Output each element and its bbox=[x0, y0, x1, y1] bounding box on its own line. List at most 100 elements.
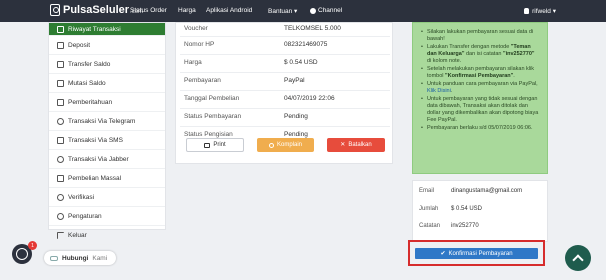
chevron-up-icon bbox=[572, 254, 584, 266]
contact-label: Hubungi bbox=[62, 254, 89, 262]
sidebar-item-verifikasi[interactable]: Verifikasi bbox=[49, 188, 165, 207]
channel-icon bbox=[310, 7, 316, 14]
instruction-text: Pembayaran berlaku s/d 05/07/2019 06:06. bbox=[427, 125, 533, 131]
detail-value: Pending bbox=[284, 131, 308, 138]
detail-key: Nomor HP bbox=[184, 41, 215, 48]
check-icon bbox=[57, 193, 64, 201]
sidebar-item-label: Transaksi Via Jabber bbox=[68, 155, 129, 163]
mutation-icon bbox=[57, 79, 64, 87]
complain-icon bbox=[268, 142, 274, 148]
sidebar-item-transfer-saldo[interactable]: Transfer Saldo bbox=[49, 55, 165, 74]
detail-value: Pending bbox=[284, 113, 308, 120]
instruction-bold: "Konfirmasi Pembayaran" bbox=[445, 73, 514, 79]
instruction-item: Pembayaran berlaku s/d 05/07/2019 06:06. bbox=[421, 125, 539, 132]
scroll-to-top-button[interactable] bbox=[565, 245, 591, 271]
detail-value: 082321469075 bbox=[284, 41, 328, 48]
deposit-icon bbox=[57, 41, 64, 49]
payment-instructions: Silakan lakukan pembayaran sesuai data d… bbox=[412, 22, 548, 174]
instruction-item: Setelah melakukan pembayaran silakan kli… bbox=[421, 66, 539, 80]
nav-bantuan[interactable]: Bantuan ▾ bbox=[268, 7, 297, 15]
telegram-icon bbox=[57, 117, 64, 125]
paypal-guide-link[interactable]: Klik Disini bbox=[427, 88, 451, 94]
detail-row-nomor-hp: Nomor HP 082321469075 bbox=[184, 37, 389, 52]
sidebar-item-riwayat-transaksi[interactable]: Riwayat Transaksi bbox=[49, 23, 165, 36]
detail-key: Voucher bbox=[184, 25, 208, 32]
logout-icon bbox=[57, 231, 64, 239]
nav-harga[interactable]: Harga bbox=[178, 7, 196, 14]
contact-us-button[interactable]: Hubungi Kami bbox=[44, 251, 116, 265]
sidebar-item-telegram[interactable]: Transaksi Via Telegram bbox=[49, 112, 165, 131]
sidebar-item-pengaturan[interactable]: Pengaturan bbox=[49, 207, 165, 226]
payment-info-card: Email dinangustama@gmail.com Jumlah $ 0.54… bbox=[412, 180, 548, 242]
sidebar-item-label: Transfer Saldo bbox=[68, 60, 111, 68]
nav-channel-label: Channel bbox=[318, 7, 343, 14]
sidebar-item-label: Transaksi Via SMS bbox=[68, 136, 123, 144]
sidebar-item-deposit[interactable]: Deposit bbox=[49, 36, 165, 55]
instruction-item: Lakukan Transfer dengan metode "Teman da… bbox=[421, 44, 539, 65]
detail-key: Pembayaran bbox=[184, 77, 221, 84]
confirm-highlight-box: ✔ Konfirmasi Pembayaran bbox=[408, 240, 545, 266]
sidebar-item-label: Pembelian Massal bbox=[68, 174, 122, 182]
chat-bubble-icon bbox=[50, 255, 58, 261]
instruction-text: Untuk panduan cara pembayaran via PayPal… bbox=[427, 81, 538, 87]
detail-value: PayPal bbox=[284, 77, 305, 84]
sidebar-item-keluar[interactable]: Keluar bbox=[49, 226, 165, 245]
close-icon: ✕ bbox=[340, 142, 346, 148]
logo-icon bbox=[50, 4, 60, 16]
sidebar-item-sms[interactable]: Transaksi Via SMS bbox=[49, 131, 165, 150]
sidebar-item-label: Keluar bbox=[68, 231, 87, 239]
gear-icon bbox=[57, 212, 64, 220]
instruction-text: Lakukan Transfer dengan metode bbox=[427, 44, 511, 50]
instruction-item: Untuk panduan cara pembayaran via PayPal… bbox=[421, 81, 539, 95]
payment-key: Email bbox=[419, 188, 435, 194]
history-icon bbox=[57, 25, 64, 33]
instruction-text: . bbox=[450, 88, 453, 94]
sidebar-item-pembelian-massal[interactable]: Pembelian Massal bbox=[49, 169, 165, 188]
sidebar-item-mutasi-saldo[interactable]: Mutasi Saldo bbox=[49, 74, 165, 93]
payment-key: Jumlah bbox=[419, 206, 439, 212]
bell-icon bbox=[57, 98, 64, 106]
whatsapp-icon bbox=[16, 248, 28, 260]
sms-icon bbox=[57, 136, 64, 144]
instruction-text: Silakan lakukan pembayaran sesuai data d… bbox=[427, 29, 534, 42]
sidebar-item-jabber[interactable]: Transaksi Via Jabber bbox=[49, 150, 165, 169]
logo-text: PulsaSeluler bbox=[63, 4, 130, 16]
print-button[interactable]: Print bbox=[186, 138, 244, 152]
sidebar-item-label: Pengaturan bbox=[68, 212, 102, 220]
detail-row-voucher: Voucher TELKOMSEL 5.000 bbox=[184, 21, 389, 36]
chat-icon bbox=[57, 155, 64, 163]
sidebar-item-label: Verifikasi bbox=[68, 193, 95, 201]
detail-row-pembayaran: Pembayaran PayPal bbox=[184, 73, 389, 88]
complain-button[interactable]: Komplain bbox=[257, 138, 314, 152]
instruction-item: Untuk pembayaran yang tidak sesuai denga… bbox=[421, 96, 539, 124]
detail-key: Tanggal Pembelian bbox=[184, 95, 240, 102]
instruction-text: . bbox=[513, 73, 515, 79]
cart-icon bbox=[57, 174, 64, 182]
cancel-button[interactable]: ✕ Batalkan bbox=[327, 138, 385, 152]
user-icon bbox=[524, 8, 530, 14]
confirm-payment-label: Konfirmasi Pembayaran bbox=[448, 250, 513, 257]
user-name: rifweld ▾ bbox=[532, 8, 556, 15]
nav-channel[interactable]: Channel bbox=[310, 7, 342, 14]
detail-key: Status Pengisian bbox=[184, 131, 233, 138]
payment-row-email: Email dinangustama@gmail.com bbox=[419, 188, 522, 194]
sidebar-item-label: Pemberitahuan bbox=[68, 98, 113, 106]
payment-value: dinangustama@gmail.com bbox=[451, 188, 523, 194]
sidebar-item-pemberitahuan[interactable]: Pemberitahuan bbox=[49, 93, 165, 112]
sidebar-item-label: Transaksi Via Telegram bbox=[68, 117, 136, 125]
cancel-label: Batalkan bbox=[348, 142, 372, 148]
contact-label-secondary: Kami bbox=[92, 254, 108, 262]
sidebar-menu: Riwayat Transaksi Deposit Transfer Saldo… bbox=[48, 22, 166, 245]
instruction-text: di kolom note. bbox=[427, 58, 462, 64]
detail-row-status-pembayaran: Status Pembayaran Pending bbox=[184, 109, 389, 124]
user-menu[interactable]: rifweld ▾ bbox=[524, 7, 556, 15]
check-icon: ✔ bbox=[440, 251, 446, 257]
instruction-item: Silakan lakukan pembayaran sesuai data d… bbox=[421, 29, 539, 43]
detail-value: 04/07/2019 22:06 bbox=[284, 95, 335, 102]
nav-status-order[interactable]: Status Order bbox=[130, 7, 167, 14]
confirm-payment-button[interactable]: ✔ Konfirmasi Pembayaran bbox=[415, 248, 538, 259]
nav-aplikasi-android[interactable]: Aplikasi Android bbox=[206, 7, 252, 14]
payment-row-jumlah: Jumlah $ 0.54 USD bbox=[419, 206, 482, 212]
detail-row-tanggal: Tanggal Pembelian 04/07/2019 22:06 bbox=[184, 91, 389, 106]
notification-badge: 1 bbox=[28, 241, 37, 250]
